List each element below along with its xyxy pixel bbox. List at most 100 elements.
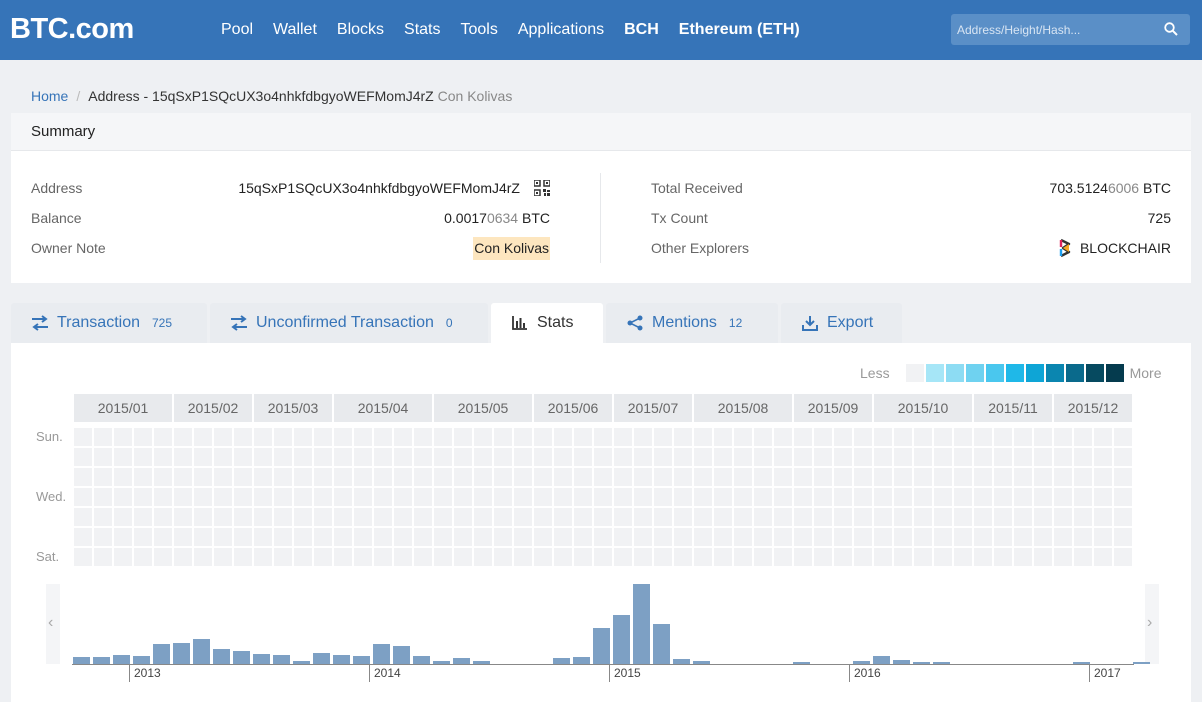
heatmap-cell[interactable] (754, 548, 772, 566)
heatmap-cell[interactable] (154, 548, 172, 566)
heatmap-cell[interactable] (774, 528, 792, 546)
heatmap-cell[interactable] (714, 508, 732, 526)
heatmap-cell[interactable] (74, 488, 92, 506)
heatmap-cell[interactable] (554, 448, 572, 466)
timeline-bar[interactable] (133, 656, 150, 664)
heatmap-cell[interactable] (754, 448, 772, 466)
heatmap-cell[interactable] (354, 508, 372, 526)
heatmap-cell[interactable] (554, 528, 572, 546)
heatmap-cell[interactable] (594, 428, 612, 446)
qr-code-icon[interactable] (534, 180, 550, 196)
heatmap-cell[interactable] (374, 468, 392, 486)
heatmap-cell[interactable] (894, 528, 912, 546)
heatmap-cell[interactable] (754, 528, 772, 546)
heatmap-cell[interactable] (414, 428, 432, 446)
heatmap-cell[interactable] (974, 488, 992, 506)
heatmap-cell[interactable] (894, 428, 912, 446)
heatmap-cell[interactable] (834, 548, 852, 566)
heatmap-cell[interactable] (74, 528, 92, 546)
heatmap-cell[interactable] (154, 488, 172, 506)
heatmap-cell[interactable] (454, 468, 472, 486)
heatmap-cell[interactable] (534, 488, 552, 506)
heatmap-cell[interactable] (414, 468, 432, 486)
heatmap-cell[interactable] (594, 528, 612, 546)
breadcrumb-home-link[interactable]: Home (31, 88, 68, 104)
heatmap-cell[interactable] (174, 448, 192, 466)
heatmap-cell[interactable] (94, 468, 112, 486)
heatmap-cell[interactable] (394, 448, 412, 466)
heatmap-cell[interactable] (994, 428, 1012, 446)
heatmap-cell[interactable] (254, 548, 272, 566)
heatmap-cell[interactable] (354, 428, 372, 446)
nav-item-pool[interactable]: Pool (221, 21, 253, 39)
heatmap-cell[interactable] (514, 528, 532, 546)
heatmap-cell[interactable] (234, 488, 252, 506)
heatmap-cell[interactable] (814, 488, 832, 506)
heatmap-cell[interactable] (574, 468, 592, 486)
heatmap-cell[interactable] (934, 488, 952, 506)
heatmap-cell[interactable] (634, 428, 652, 446)
heatmap-cell[interactable] (734, 468, 752, 486)
heatmap-cell[interactable] (334, 468, 352, 486)
heatmap-cell[interactable] (94, 488, 112, 506)
heatmap-cell[interactable] (794, 548, 812, 566)
heatmap-cell[interactable] (494, 548, 512, 566)
heatmap-cell[interactable] (114, 428, 132, 446)
heatmap-cell[interactable] (474, 548, 492, 566)
heatmap-cell[interactable] (874, 468, 892, 486)
heatmap-cell[interactable] (1034, 448, 1052, 466)
heatmap-cell[interactable] (514, 508, 532, 526)
heatmap-cell[interactable] (874, 528, 892, 546)
tab-mentions[interactable]: Mentions 12 (606, 303, 778, 343)
heatmap-cell[interactable] (314, 468, 332, 486)
heatmap-cell[interactable] (394, 428, 412, 446)
heatmap-cell[interactable] (1014, 548, 1032, 566)
heatmap-cell[interactable] (834, 488, 852, 506)
heatmap-cell[interactable] (234, 468, 252, 486)
address-value[interactable]: 15qSxP1SQcUX3o4nhkfdbgyoWEFMomJ4rZ (238, 180, 520, 196)
heatmap-cell[interactable] (374, 488, 392, 506)
tab-transaction[interactable]: Transaction 725 (11, 303, 207, 343)
heatmap-cell[interactable] (254, 468, 272, 486)
heatmap-cell[interactable] (594, 448, 612, 466)
heatmap-cell[interactable] (914, 548, 932, 566)
heatmap-cell[interactable] (1114, 468, 1132, 486)
heatmap-cell[interactable] (854, 488, 872, 506)
heatmap-cell[interactable] (534, 548, 552, 566)
heatmap-cell[interactable] (574, 548, 592, 566)
heatmap-cell[interactable] (434, 508, 452, 526)
timeline-bar[interactable] (173, 643, 190, 664)
heatmap-cell[interactable] (214, 508, 232, 526)
heatmap-cell[interactable] (414, 448, 432, 466)
heatmap-cell[interactable] (94, 548, 112, 566)
heatmap-cell[interactable] (954, 468, 972, 486)
heatmap-cell[interactable] (514, 548, 532, 566)
heatmap-cell[interactable] (114, 448, 132, 466)
heatmap-cell[interactable] (574, 488, 592, 506)
heatmap-cell[interactable] (634, 448, 652, 466)
heatmap-cell[interactable] (234, 548, 252, 566)
heatmap-cell[interactable] (1074, 468, 1092, 486)
heatmap-cell[interactable] (1014, 468, 1032, 486)
heatmap-cell[interactable] (774, 488, 792, 506)
heatmap-cell[interactable] (374, 548, 392, 566)
heatmap-cell[interactable] (634, 528, 652, 546)
heatmap-cell[interactable] (394, 548, 412, 566)
heatmap-cell[interactable] (174, 528, 192, 546)
heatmap-cell[interactable] (634, 488, 652, 506)
heatmap-cell[interactable] (1074, 548, 1092, 566)
heatmap-cell[interactable] (1114, 548, 1132, 566)
heatmap-cell[interactable] (274, 428, 292, 446)
heatmap-cell[interactable] (994, 528, 1012, 546)
heatmap-cell[interactable] (74, 448, 92, 466)
heatmap-cell[interactable] (454, 428, 472, 446)
heatmap-cell[interactable] (74, 508, 92, 526)
heatmap-cell[interactable] (894, 548, 912, 566)
heatmap-cell[interactable] (494, 488, 512, 506)
heatmap-cell[interactable] (854, 448, 872, 466)
heatmap-cell[interactable] (214, 448, 232, 466)
heatmap-cell[interactable] (334, 548, 352, 566)
heatmap-cell[interactable] (934, 548, 952, 566)
heatmap-cell[interactable] (414, 488, 432, 506)
heatmap-cell[interactable] (814, 548, 832, 566)
